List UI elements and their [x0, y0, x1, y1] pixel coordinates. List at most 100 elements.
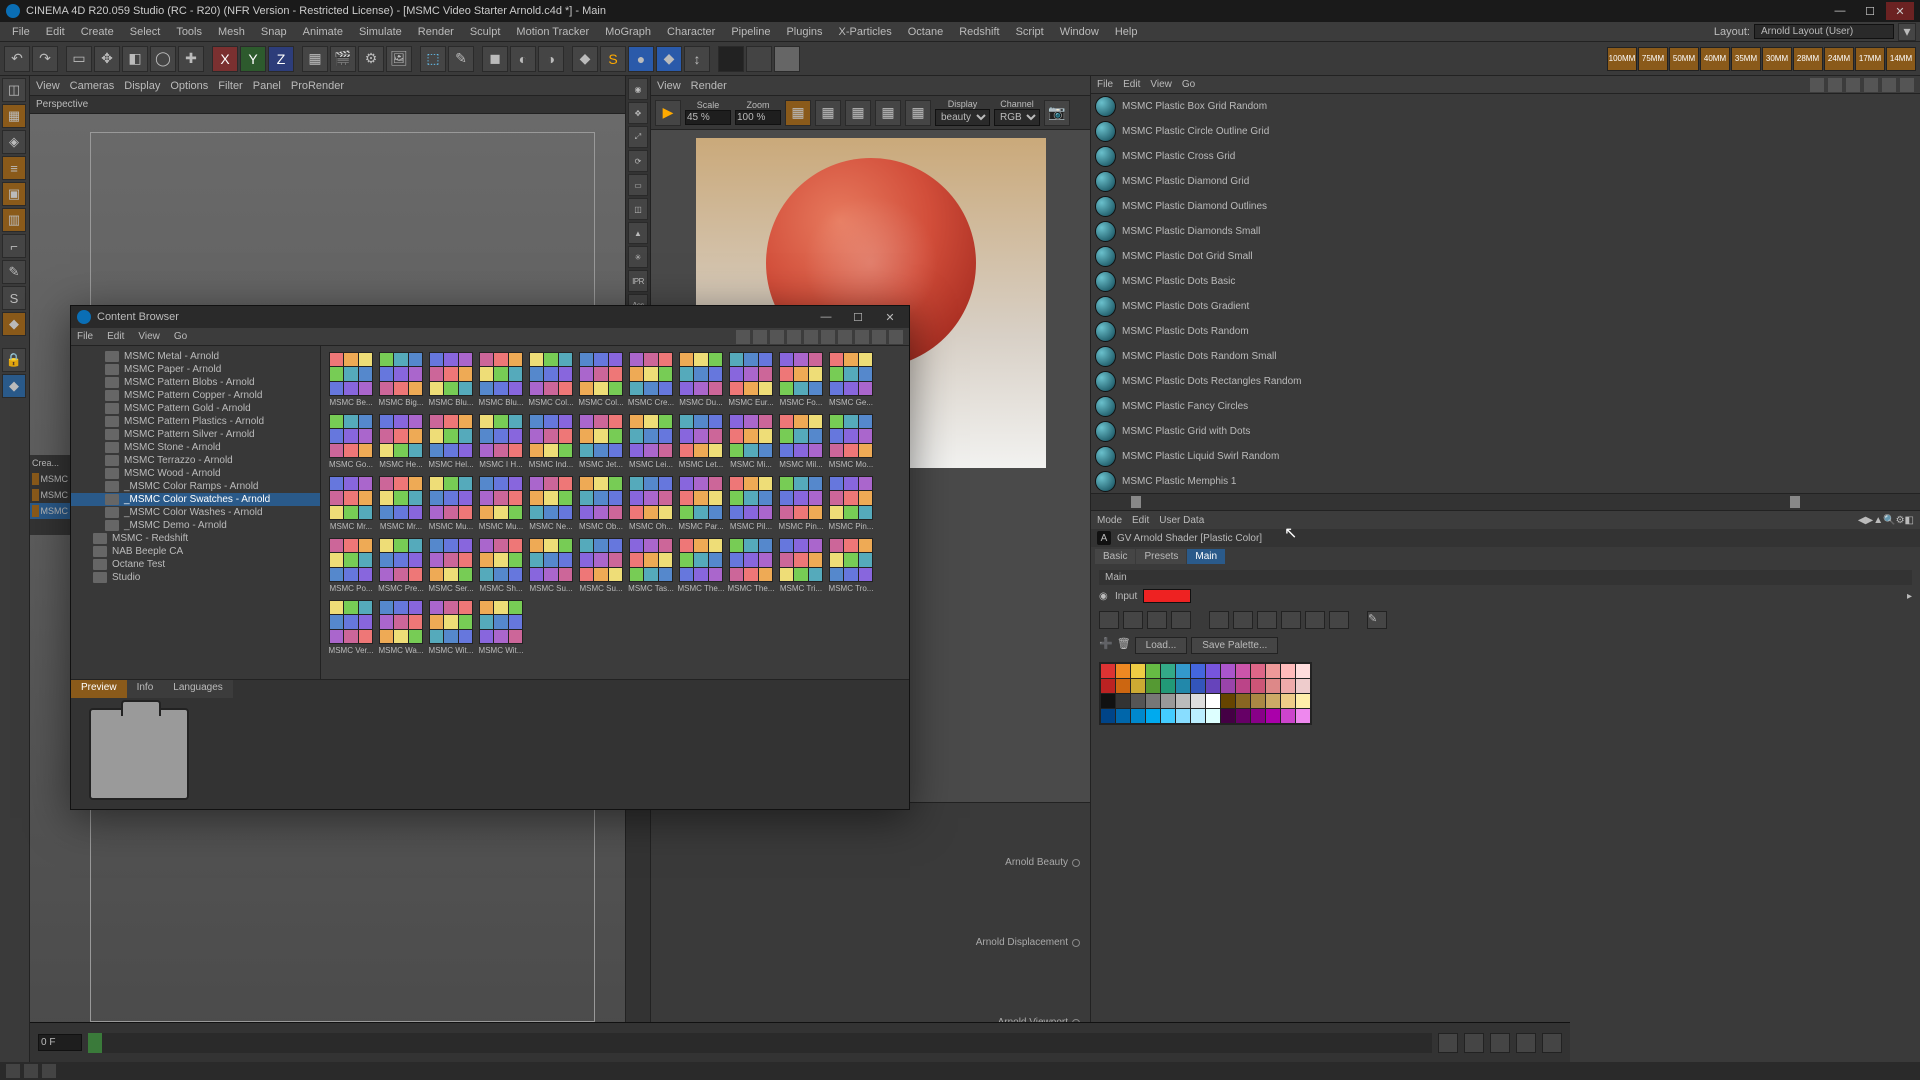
palette-color[interactable] [1266, 694, 1280, 708]
color-palette[interactable] [1099, 662, 1312, 725]
swatch-item[interactable]: MSMC Mr... [327, 476, 375, 536]
lock-icon2[interactable]: 🔒 [2, 348, 26, 372]
cb-toolbar-icons[interactable] [736, 330, 903, 344]
swatch-item[interactable]: MSMC Ind... [527, 414, 575, 474]
shade1-icon[interactable] [718, 46, 744, 72]
palette-color[interactable] [1116, 679, 1130, 693]
cb-titlebar[interactable]: Content Browser — ☐ ✕ [71, 306, 909, 328]
vp-menu-options[interactable]: Options [170, 80, 208, 92]
swatch-item[interactable]: MSMC Wit... [477, 600, 525, 660]
palette-color[interactable] [1236, 664, 1250, 678]
swatch-item[interactable]: MSMC Tri... [777, 538, 825, 598]
tl-last-icon[interactable] [1542, 1033, 1562, 1053]
palette-color[interactable] [1281, 664, 1295, 678]
zoom-input[interactable] [735, 110, 781, 125]
swatch-item[interactable]: MSMC Col... [527, 352, 575, 412]
swatch-item[interactable]: MSMC Be... [327, 352, 375, 412]
tree-item[interactable]: Octane Test [71, 558, 320, 571]
shade3-icon[interactable] [774, 46, 800, 72]
content-browser-window[interactable]: Content Browser — ☐ ✕ File Edit View Go … [70, 305, 910, 810]
swatch-item[interactable]: MSMC Mu... [427, 476, 475, 536]
palette-color[interactable] [1146, 679, 1160, 693]
lens-50mm[interactable]: 50MM [1669, 47, 1699, 71]
palette-color[interactable] [1266, 709, 1280, 723]
pen-tool-icon[interactable]: ✎ [448, 46, 474, 72]
mat-menu-file[interactable]: File [1097, 79, 1113, 90]
swatch-item[interactable]: MSMC Mu... [477, 476, 525, 536]
swatch-item[interactable]: MSMC Go... [327, 414, 375, 474]
mat-menu-view[interactable]: View [1150, 79, 1172, 90]
palette-color[interactable] [1161, 709, 1175, 723]
lens-100mm[interactable]: 100MM [1607, 47, 1637, 71]
axis-x-toggle[interactable]: X [212, 46, 238, 72]
camera-icon[interactable]: 📷 [1044, 100, 1070, 126]
palette-color[interactable] [1251, 664, 1265, 678]
timeline-track[interactable] [88, 1033, 1432, 1053]
swatch-item[interactable]: MSMC Blu... [427, 352, 475, 412]
swatch-item[interactable]: MSMC Eur... [727, 352, 775, 412]
menu-animate[interactable]: Animate [295, 24, 351, 40]
misc-icon[interactable]: ◐ [510, 46, 536, 72]
undo-button[interactable]: ↶ [4, 46, 30, 72]
ipr-nav6-icon[interactable]: ◫ [628, 198, 648, 220]
material-item[interactable]: MSMC Plastic Box Grid Random [1091, 94, 1920, 119]
ipr-nav1-icon[interactable]: ◉ [628, 78, 648, 100]
ipr-nav7-icon[interactable]: ▲ [628, 222, 648, 244]
swatch-item[interactable]: MSMC Pin... [777, 476, 825, 536]
palette-color[interactable] [1281, 709, 1295, 723]
node-displacement[interactable]: Arnold Displacement [976, 937, 1068, 948]
lens-35mm[interactable]: 35MM [1731, 47, 1761, 71]
play-render-icon[interactable]: ▶ [655, 100, 681, 126]
swatch-item[interactable]: MSMC He... [377, 414, 425, 474]
swatch-item[interactable]: MSMC Ob... [577, 476, 625, 536]
material-item[interactable]: MSMC Plastic Liquid Swirl Random [1091, 444, 1920, 469]
palette-color[interactable] [1146, 709, 1160, 723]
poly-mode-icon[interactable]: ⌐ [2, 234, 26, 258]
maximize-button[interactable]: ☐ [1856, 2, 1884, 20]
menu-pipeline[interactable]: Pipeline [723, 24, 778, 40]
lens-17mm[interactable]: 17MM [1855, 47, 1885, 71]
swatch-item[interactable]: MSMC Wa... [377, 600, 425, 660]
lens-28mm[interactable]: 28MM [1793, 47, 1823, 71]
cb-tree[interactable]: MSMC Metal - ArnoldMSMC Paper - ArnoldMS… [71, 346, 321, 679]
swatch-item[interactable]: MSMC The... [677, 538, 725, 598]
mat-menu-edit[interactable]: Edit [1123, 79, 1140, 90]
ipr-nav2-icon[interactable]: ✥ [628, 102, 648, 124]
palette-color[interactable] [1101, 694, 1115, 708]
tree-item[interactable]: MSMC Stone - Arnold [71, 441, 320, 454]
tl-first-icon[interactable] [1438, 1033, 1458, 1053]
ipr-button[interactable]: IPR [628, 270, 648, 292]
cb-maximize-button[interactable]: ☐ [845, 309, 871, 325]
swatch-item[interactable]: MSMC Mi... [727, 414, 775, 474]
edge-mode-icon[interactable]: ▥ [2, 208, 26, 232]
swatch-item[interactable]: MSMC Cre... [627, 352, 675, 412]
select-tool[interactable]: ▭ [66, 46, 92, 72]
shade2-icon[interactable] [746, 46, 772, 72]
palette-color[interactable] [1191, 679, 1205, 693]
palette-color[interactable] [1266, 679, 1280, 693]
palette-color[interactable] [1221, 709, 1235, 723]
palette-color[interactable] [1236, 694, 1250, 708]
material-item[interactable]: MSMC Plastic Dots Basic [1091, 269, 1920, 294]
rv-mode2-icon[interactable]: ▦ [815, 100, 841, 126]
swatch-item[interactable]: MSMC Ne... [527, 476, 575, 536]
swatch-item[interactable]: MSMC Hel... [427, 414, 475, 474]
input-color-swatch[interactable] [1143, 589, 1191, 603]
swatch-item[interactable]: MSMC Du... [677, 352, 725, 412]
lens-75mm[interactable]: 75MM [1638, 47, 1668, 71]
place-tool[interactable]: ✚ [178, 46, 204, 72]
swatch-item[interactable]: MSMC Mo... [827, 414, 875, 474]
cb-close-button[interactable]: ✕ [877, 309, 903, 325]
palette-color[interactable] [1296, 664, 1310, 678]
menu-simulate[interactable]: Simulate [351, 24, 410, 40]
ipr-nav8-icon[interactable]: ✳ [628, 246, 648, 268]
menu-window[interactable]: Window [1052, 24, 1107, 40]
swatch-item[interactable]: MSMC Ser... [427, 538, 475, 598]
tree-item[interactable]: NAB Beeple CA [71, 545, 320, 558]
swatch-item[interactable]: MSMC The... [727, 538, 775, 598]
tree-item[interactable]: _MSMC Demo - Arnold [71, 519, 320, 532]
tree-item[interactable]: MSMC Terrazzo - Arnold [71, 454, 320, 467]
palette-color[interactable] [1131, 694, 1145, 708]
palette-color[interactable] [1206, 709, 1220, 723]
menu-x-particles[interactable]: X-Particles [831, 24, 900, 40]
